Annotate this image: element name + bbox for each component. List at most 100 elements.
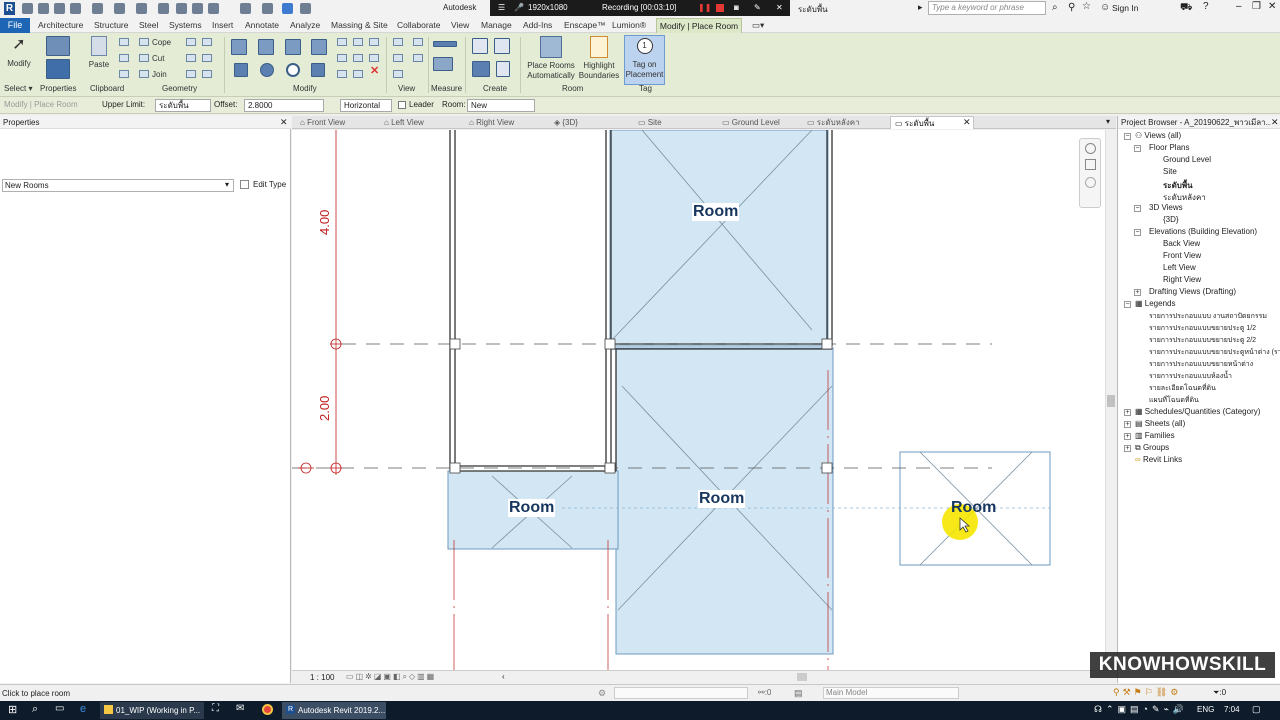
orientation-select[interactable]: Horizontal bbox=[340, 99, 392, 112]
menu-icon[interactable]: ☰ bbox=[498, 0, 505, 16]
dimension-icon[interactable] bbox=[158, 3, 169, 14]
group-select[interactable]: Select ▾ bbox=[4, 84, 32, 93]
design-option-select[interactable]: Main Model bbox=[823, 687, 959, 699]
minimize-icon[interactable]: – bbox=[1236, 1, 1242, 12]
mail-icon[interactable]: ✉ bbox=[236, 703, 244, 714]
trim-icon[interactable] bbox=[311, 63, 325, 77]
scale-icon[interactable] bbox=[369, 38, 379, 46]
expand-toggle[interactable]: + bbox=[1124, 445, 1131, 452]
taskbar-revit[interactable]: Autodesk Revit 2019.2... bbox=[282, 702, 386, 719]
extend-icon[interactable] bbox=[353, 70, 363, 78]
search-taskbar-icon[interactable]: ⌕ bbox=[32, 703, 38, 716]
filter-count[interactable]: ⏷:0 bbox=[1213, 688, 1226, 698]
section-icon[interactable] bbox=[240, 3, 251, 14]
offset-icon[interactable] bbox=[258, 39, 274, 55]
tree-node-revit-links[interactable]: ∞ Revit Links bbox=[1135, 455, 1182, 464]
join-button[interactable]: Join bbox=[152, 70, 167, 80]
tree-node-front-view[interactable]: Front View bbox=[1163, 251, 1201, 260]
expand-toggle[interactable]: + bbox=[1124, 433, 1131, 440]
edit-type-button[interactable]: Edit Type bbox=[253, 180, 286, 189]
tree-node-legend[interactable]: รายละเอียดโฉนดที่ดิน bbox=[1149, 383, 1216, 394]
highlight-boundaries-button[interactable]: Highlight Boundaries bbox=[578, 36, 620, 84]
remove-paint-icon[interactable] bbox=[186, 70, 196, 78]
offset-input[interactable]: 2.8000 bbox=[244, 99, 324, 112]
tree-node-legends[interactable]: ▦ Legends bbox=[1135, 299, 1175, 308]
text-icon[interactable] bbox=[192, 3, 203, 14]
3d-view-icon[interactable] bbox=[208, 3, 219, 14]
create-group-icon[interactable] bbox=[472, 61, 490, 77]
camera-icon[interactable]: ◙ bbox=[734, 0, 739, 16]
view-tab-front[interactable]: ⌂ Front View bbox=[300, 116, 345, 129]
cut-geometry-icon[interactable] bbox=[139, 54, 149, 62]
tab-add-ins[interactable]: Add-Ins bbox=[523, 20, 552, 30]
demolish-icon[interactable] bbox=[202, 54, 212, 62]
tag-icon[interactable] bbox=[176, 3, 187, 14]
language-indicator[interactable]: ENG bbox=[1197, 705, 1214, 714]
dimension-label-upper[interactable]: 4.00 bbox=[317, 210, 332, 235]
tab-file[interactable]: File bbox=[0, 18, 30, 33]
match-type-icon[interactable] bbox=[119, 70, 129, 78]
tree-node-sheets[interactable]: ▤ Sheets (all) bbox=[1135, 419, 1185, 428]
light-bulb-icon[interactable] bbox=[393, 38, 403, 46]
search-input[interactable]: Type a keyword or phrase bbox=[928, 1, 1046, 15]
mirror-axis-icon[interactable] bbox=[285, 39, 301, 55]
tree-node-site[interactable]: Site bbox=[1163, 167, 1177, 176]
close-recording-icon[interactable]: ✕ bbox=[776, 0, 783, 16]
search-icon[interactable]: ⌕ bbox=[1052, 2, 1058, 13]
tab-architecture[interactable]: Architecture bbox=[38, 20, 83, 30]
tab-annotate[interactable]: Annotate bbox=[245, 20, 279, 30]
tree-node-3d-views[interactable]: 3D Views bbox=[1149, 203, 1183, 212]
edge-icon[interactable]: e bbox=[80, 703, 86, 715]
create-assembly-icon[interactable] bbox=[494, 38, 510, 54]
tree-node-back-view[interactable]: Back View bbox=[1163, 239, 1200, 248]
tab-manage[interactable]: Manage bbox=[481, 20, 512, 30]
stop-icon[interactable] bbox=[716, 4, 724, 12]
view-control-icons[interactable]: ▭◫✲◪▣◧⌕◇▥▦ bbox=[346, 672, 436, 682]
horizontal-scroll-thumb[interactable] bbox=[797, 673, 807, 681]
trim-extend-icon[interactable] bbox=[369, 54, 379, 62]
undo-icon[interactable] bbox=[70, 3, 81, 14]
type-selector[interactable]: New Rooms bbox=[2, 179, 234, 192]
modify-button[interactable]: ➚ Modify bbox=[4, 37, 34, 75]
zoom-region-icon[interactable] bbox=[1085, 177, 1096, 188]
override-icon[interactable] bbox=[393, 54, 403, 62]
split-icon[interactable] bbox=[337, 38, 347, 46]
aligned-dimension-icon[interactable] bbox=[433, 57, 453, 71]
pen-icon[interactable]: ✎ bbox=[754, 0, 761, 16]
tree-node-groups[interactable]: ⧉ Groups bbox=[1135, 443, 1169, 453]
create-similar-icon[interactable] bbox=[472, 38, 488, 54]
open-icon[interactable] bbox=[22, 3, 33, 14]
tree-node-legend[interactable]: รายการประกอบแบบขยายประตู 2/2 bbox=[1149, 335, 1256, 346]
tab-structure[interactable]: Structure bbox=[94, 20, 129, 30]
upper-limit-select[interactable]: ระดับพื้น bbox=[155, 99, 211, 112]
sign-in-link[interactable]: Sign In bbox=[1112, 3, 1138, 13]
tag-on-placement-button[interactable]: 1 Tag on Placement bbox=[624, 35, 665, 85]
array-icon[interactable] bbox=[353, 38, 363, 46]
edit-type-icon[interactable] bbox=[240, 180, 249, 189]
collapse-toggle[interactable]: − bbox=[1124, 133, 1131, 140]
clock[interactable]: 7:04 bbox=[1224, 705, 1240, 714]
zoom-icon[interactable] bbox=[1085, 159, 1096, 170]
tree-node-legend[interactable]: รายการประกอบแบบขยายประตูหน้าต่าง (รา bbox=[1149, 347, 1280, 358]
notifications-icon[interactable]: ▢ bbox=[1252, 704, 1261, 715]
align-icon[interactable] bbox=[231, 39, 247, 55]
switch-windows-icon[interactable] bbox=[282, 3, 293, 14]
expand-toggle[interactable]: + bbox=[1124, 409, 1131, 416]
tab-steel[interactable]: Steel bbox=[139, 20, 158, 30]
tray-icons[interactable]: ☊⌃▣▤◔✎⌁🔊 bbox=[1094, 704, 1188, 715]
unpin-icon[interactable] bbox=[337, 54, 347, 62]
tree-node-legend[interactable]: รายการประกอบแบบห้องน้ำ bbox=[1149, 371, 1232, 382]
split-face-icon[interactable] bbox=[202, 38, 212, 46]
paint-icon[interactable] bbox=[186, 54, 196, 62]
select-pinned-icon[interactable] bbox=[393, 70, 403, 78]
view-tab-right[interactable]: ⌂ Right View bbox=[469, 116, 514, 129]
close-browser-icon[interactable]: ✕ bbox=[1271, 117, 1279, 128]
pause-icon[interactable]: ❚❚ bbox=[698, 0, 711, 16]
collapse-toggle[interactable]: − bbox=[1134, 229, 1141, 236]
tree-node-legend[interactable]: รายการประกอบแบบขยายประตู 1/2 bbox=[1149, 323, 1256, 334]
drawing-canvas[interactable]: 4.00 2.00 Room Room Room Room bbox=[292, 130, 1105, 670]
tree-node-3d[interactable]: {3D} bbox=[1163, 215, 1179, 224]
customize-icon[interactable] bbox=[300, 3, 311, 14]
tab-enscape[interactable]: Enscape™ bbox=[564, 20, 606, 30]
view-tab-roof-level[interactable]: ▭ ระดับหลังคา bbox=[807, 116, 860, 129]
